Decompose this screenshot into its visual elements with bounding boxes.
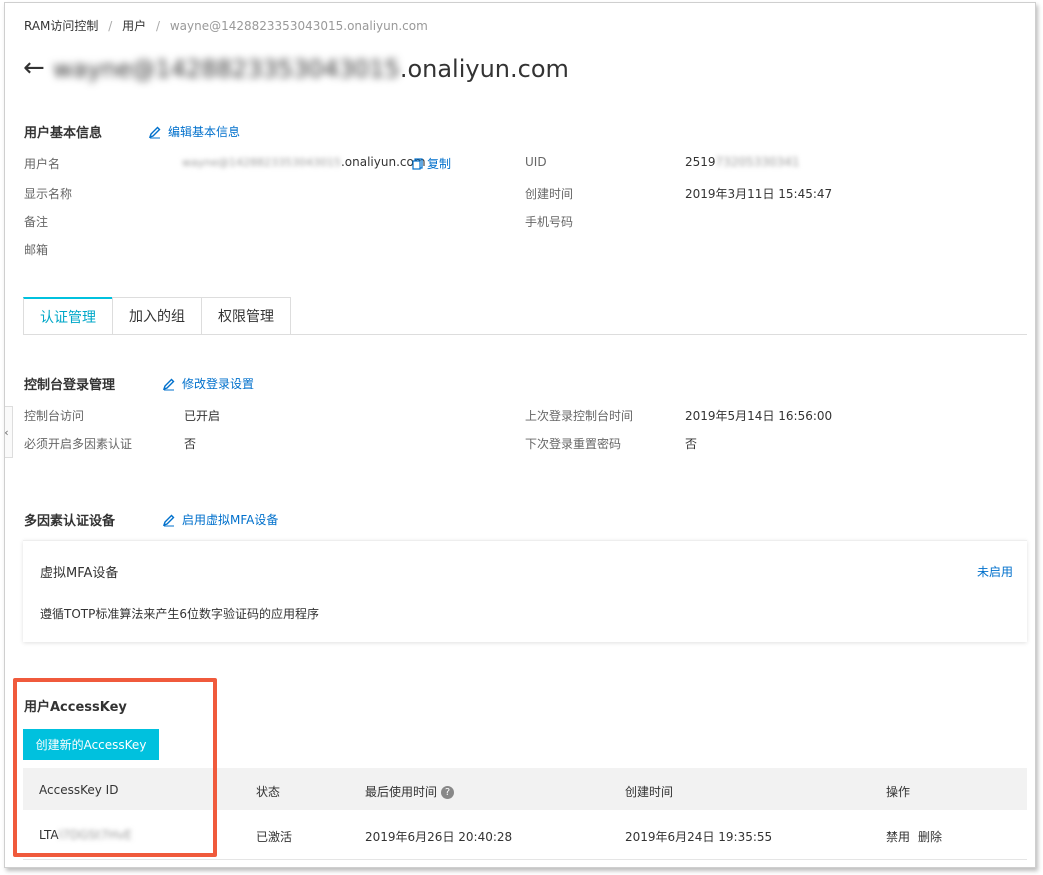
tab-divider	[23, 334, 1027, 335]
value-created: 2019年3月11日 15:45:47	[685, 187, 833, 201]
edit-login-settings-label: 修改登录设置	[182, 377, 255, 391]
edit-basic-info-label: 编辑基本信息	[168, 125, 241, 139]
copy-icon	[412, 157, 423, 170]
pencil-icon	[162, 378, 175, 390]
back-arrow-icon[interactable]: ←	[23, 53, 45, 83]
label-phone: 手机号码	[525, 215, 574, 229]
column-header-status: 状态	[256, 785, 281, 799]
access-key-table-header: AccessKey ID 状态 最后使用时间? 创建时间 操作	[23, 768, 1027, 810]
value-last-login: 2019年5月14日 16:56:00	[685, 409, 833, 423]
mfa-card-description: 遵循TOTP标准算法来产生6位数字验证码的应用程序	[40, 607, 319, 621]
pencil-icon	[148, 126, 161, 138]
label-remark: 备注	[24, 215, 49, 229]
label-last-login: 上次登录控制台时间	[525, 409, 634, 423]
access-key-id-prefix: LTA	[39, 828, 59, 842]
breadcrumb-ram[interactable]: RAM访问控制	[24, 19, 98, 33]
delete-access-key-link[interactable]: 删除	[918, 828, 942, 845]
username-blurred: wayne@1428823353043015	[182, 156, 341, 169]
value-mfa-required: 否	[184, 437, 197, 451]
breadcrumb-separator: /	[108, 19, 113, 33]
cell-last-used: 2019年6月26日 20:40:28	[365, 830, 513, 844]
page-title: wayne@1428823353043015.onaliyun.com	[53, 55, 569, 83]
breadcrumb-users[interactable]: 用户	[122, 19, 146, 33]
copy-username-button[interactable]: 复制	[412, 155, 451, 172]
enable-virtual-mfa-label: 启用虚拟MFA设备	[182, 513, 279, 527]
disable-access-key-link[interactable]: 禁用	[886, 828, 910, 845]
label-created: 创建时间	[525, 187, 574, 201]
uid-prefix: 2519	[685, 155, 716, 169]
column-header-access-key-id: AccessKey ID	[39, 783, 119, 797]
edit-basic-info-link[interactable]: 编辑基本信息	[148, 123, 240, 140]
enable-virtual-mfa-link[interactable]: 启用虚拟MFA设备	[162, 511, 278, 528]
uid-blurred: 73205330341	[715, 155, 800, 169]
edit-login-settings-link[interactable]: 修改登录设置	[162, 375, 254, 392]
create-access-key-button[interactable]: 创建新的AccessKey	[23, 729, 159, 760]
mfa-title: 多因素认证设备	[24, 514, 116, 529]
label-mfa-required: 必须开启多因素认证	[24, 437, 133, 451]
collapse-sidebar-handle[interactable]: ‹	[4, 406, 13, 458]
value-uid: 251973205330341	[685, 155, 800, 169]
value-reset-password: 否	[685, 437, 698, 451]
label-console-access: 控制台访问	[24, 409, 85, 423]
mfa-status-link[interactable]: 未启用	[977, 563, 1013, 580]
question-icon[interactable]: ?	[441, 786, 455, 799]
breadcrumb-separator: /	[155, 19, 161, 33]
value-username: wayne@1428823353043015.onaliyun.com	[182, 155, 426, 169]
console-window: RAM访问控制 / 用户 / wayne@1428823353043015.on…	[4, 2, 1036, 868]
virtual-mfa-card: 虚拟MFA设备 未启用 遵循TOTP标准算法来产生6位数字验证码的应用程序	[23, 540, 1027, 642]
page-title-suffix: .onaliyun.com	[399, 55, 569, 83]
basic-info-title: 用户基本信息	[24, 126, 103, 141]
label-display-name: 显示名称	[24, 187, 73, 201]
table-row: LTAI7DGSt7HvE 已激活 2019年6月26日 20:40:28 20…	[23, 810, 1027, 860]
mfa-card-title: 虚拟MFA设备	[40, 566, 119, 581]
tab-auth-management[interactable]: 认证管理	[23, 297, 112, 335]
console-login-title: 控制台登录管理	[24, 378, 116, 393]
value-console-access: 已开启	[184, 409, 221, 423]
column-header-actions: 操作	[886, 785, 911, 799]
access-key-id-blurred: I7DGSt7HvE	[58, 828, 133, 842]
label-email: 邮箱	[24, 243, 49, 257]
chevron-left-icon: ‹	[4, 425, 9, 439]
access-key-title: 用户AccessKey	[24, 700, 127, 715]
cell-status: 已激活	[256, 830, 293, 844]
label-username: 用户名	[24, 157, 61, 171]
label-uid: UID	[525, 155, 547, 169]
tab-permission-management[interactable]: 权限管理	[201, 297, 291, 335]
breadcrumb-current: wayne@1428823353043015.onaliyun.com	[169, 19, 428, 33]
cell-created: 2019年6月24日 19:35:55	[625, 830, 773, 844]
tab-bar: 认证管理 加入的组 权限管理	[23, 297, 291, 335]
column-header-created: 创建时间	[625, 785, 674, 799]
column-header-last-used: 最后使用时间?	[365, 783, 455, 800]
cell-access-key-id: LTAI7DGSt7HvE	[39, 828, 132, 842]
tab-joined-groups[interactable]: 加入的组	[112, 297, 201, 335]
page-title-blurred: wayne@1428823353043015	[53, 55, 400, 83]
copy-label: 复制	[427, 157, 452, 171]
label-reset-password: 下次登录重置密码	[525, 437, 622, 451]
column-header-last-used-label: 最后使用时间	[365, 785, 438, 799]
breadcrumb: RAM访问控制 / 用户 / wayne@1428823353043015.on…	[24, 17, 428, 34]
pencil-icon	[162, 514, 175, 526]
